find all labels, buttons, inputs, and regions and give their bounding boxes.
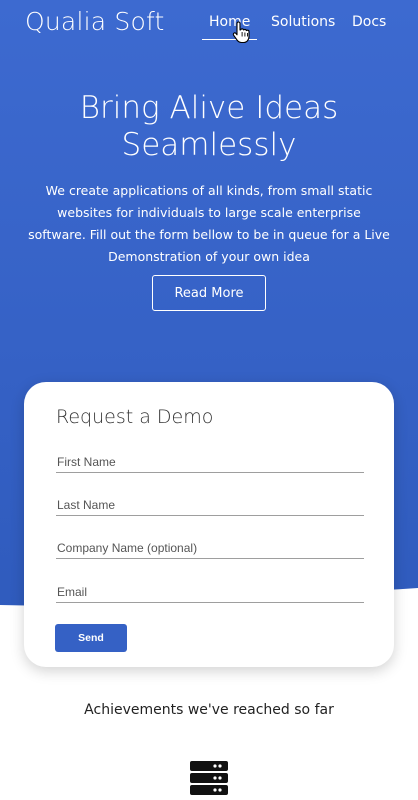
email-input[interactable] (56, 582, 364, 603)
read-more-button[interactable]: Read More (152, 275, 266, 311)
brand-logo[interactable]: Qualia Soft (25, 7, 165, 36)
server-icon (190, 761, 228, 795)
company-name-input[interactable] (56, 538, 364, 559)
send-button[interactable]: Send (55, 624, 127, 652)
nav-link-docs[interactable]: Docs (352, 14, 386, 30)
last-name-input[interactable] (56, 495, 364, 516)
hero-description: We create applications of all kinds, fro… (28, 183, 390, 264)
hand-pointer-cursor-icon (232, 21, 250, 44)
first-name-input[interactable] (56, 452, 364, 473)
request-demo-card: Request a Demo Send (24, 382, 394, 667)
top-navbar: Qualia Soft Home Solutions Docs (0, 0, 418, 46)
achievements-heading: Achievements we've reached so far (84, 702, 334, 718)
hero-headline: Bring Alive Ideas Seamlessly (79, 90, 339, 163)
request-demo-title: Request a Demo (56, 406, 214, 428)
nav-link-solutions[interactable]: Solutions (271, 14, 335, 30)
